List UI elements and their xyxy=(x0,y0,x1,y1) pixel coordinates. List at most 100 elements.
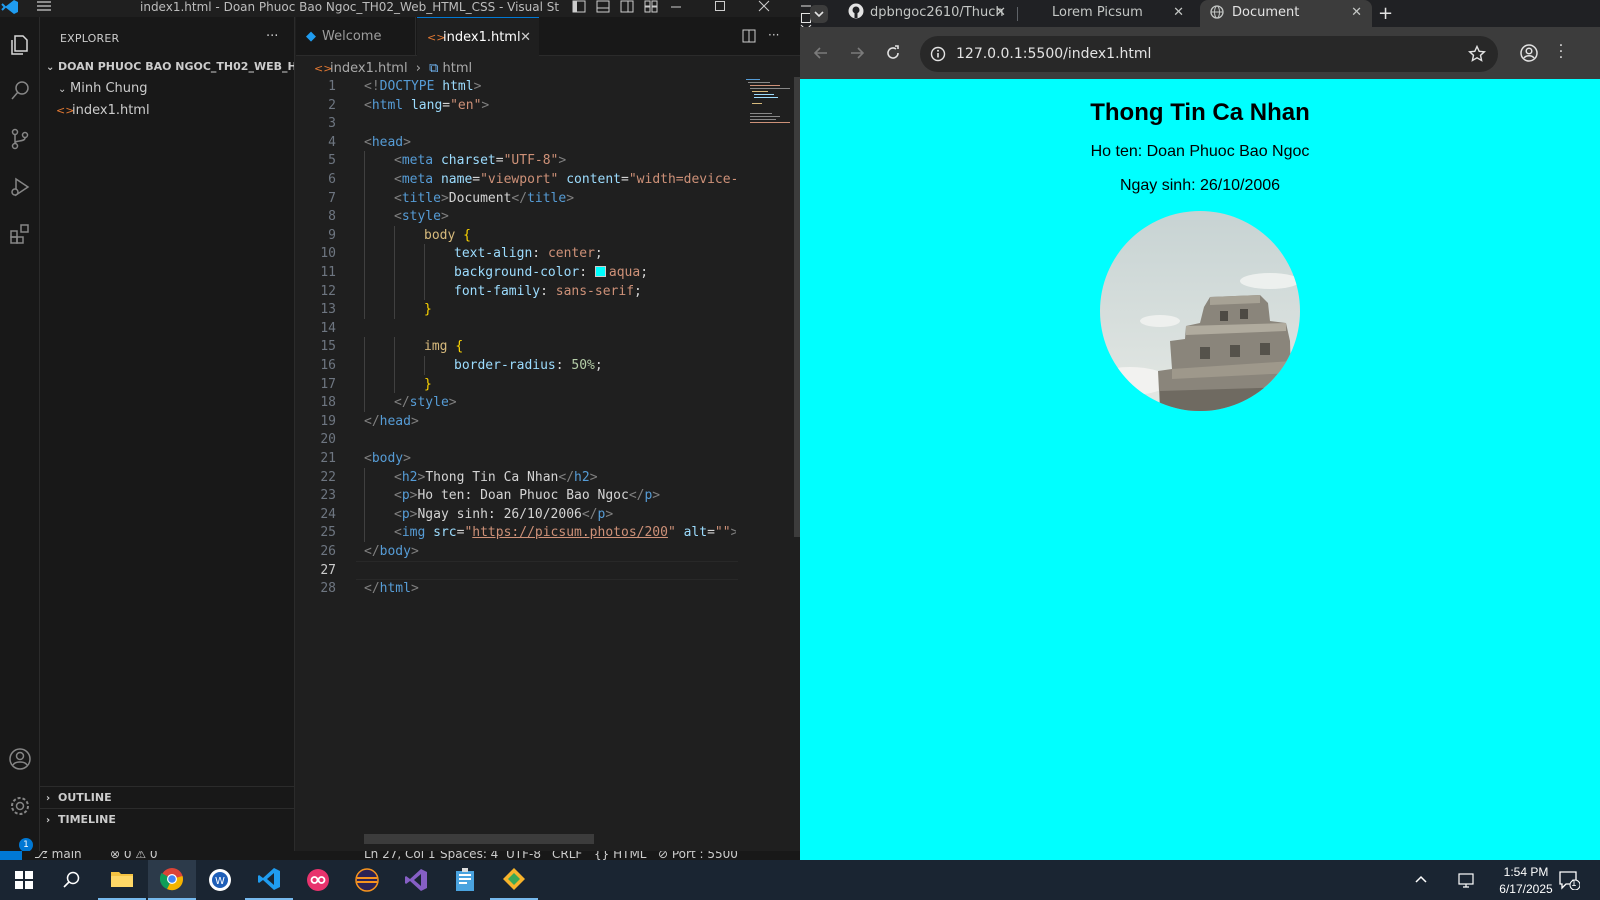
branch-status[interactable]: ⎇ main xyxy=(34,851,82,860)
more-actions-icon[interactable]: ··· xyxy=(768,29,779,43)
back-arrow-icon[interactable] xyxy=(813,45,829,61)
system-clock[interactable]: 1:54 PM 6/17/2025 xyxy=(1486,864,1566,898)
code-line[interactable]: <p>Ho ten: Doan Phuoc Bao Ngoc</p> xyxy=(364,486,736,505)
code-line[interactable]: <img src="https://picsum.photos/200" alt… xyxy=(364,523,736,542)
browser-menu-icon[interactable]: · · · xyxy=(1558,39,1564,65)
taskbar-search-icon[interactable] xyxy=(48,860,96,900)
split-editor-icon[interactable] xyxy=(742,29,756,43)
code-line[interactable]: </body> xyxy=(364,542,736,561)
git-kraken-icon[interactable] xyxy=(490,860,538,900)
run-and-debug-icon[interactable] xyxy=(4,171,36,203)
explorer-more-actions-icon[interactable]: ··· xyxy=(266,29,278,44)
code-line[interactable]: img { xyxy=(364,337,736,356)
close-tab-icon[interactable]: ✕ xyxy=(1173,0,1184,25)
toggle-secondary-sidebar-icon[interactable] xyxy=(620,0,634,13)
new-tab-icon[interactable]: + xyxy=(1378,3,1393,24)
address-bar[interactable]: 127.0.0.1:5500/index1.html xyxy=(920,36,1498,72)
code-line[interactable] xyxy=(364,561,736,580)
code-line[interactable]: text-align: center; xyxy=(364,244,736,263)
eclipse-icon[interactable] xyxy=(343,860,391,900)
profile-icon[interactable] xyxy=(1520,44,1538,62)
encoding-status[interactable]: UTF-8 xyxy=(506,851,541,860)
code-line[interactable]: <style> xyxy=(364,207,736,226)
workspace-root-folder[interactable]: ⌄ DOAN PHUOC BAO NGOC_TH02_WEB_HT... xyxy=(40,56,294,78)
chrome-icon[interactable] xyxy=(148,860,196,900)
tab-welcome[interactable]: ◆ Welcome xyxy=(296,17,416,56)
cursor-position[interactable]: Ln 27, Col 1 xyxy=(364,851,436,860)
extensions-icon[interactable] xyxy=(4,218,36,250)
breadcrumb-file[interactable]: index1.html xyxy=(330,61,408,76)
url-text[interactable]: 127.0.0.1:5500/index1.html xyxy=(956,36,1151,72)
tab-index1-html[interactable]: <>index1.html ✕ xyxy=(417,17,539,56)
customize-layout-icon[interactable] xyxy=(644,0,658,13)
start-windows-icon[interactable] xyxy=(0,860,48,900)
forward-arrow-icon[interactable] xyxy=(849,45,865,61)
indentation-status[interactable]: Spaces: 4 xyxy=(440,851,498,860)
code-editor[interactable]: 1 <!DOCTYPE html> 2 <html lang="en"> 3 4 <head… xyxy=(296,77,738,637)
explorer-icon[interactable] xyxy=(4,29,36,61)
editor-horizontal-scrollbar[interactable] xyxy=(364,834,594,844)
close-icon[interactable] xyxy=(758,0,770,12)
close-tab-icon[interactable]: ✕ xyxy=(995,0,1006,25)
minimap[interactable] xyxy=(746,77,796,137)
code-line[interactable]: </head> xyxy=(364,412,736,431)
browser-tab-github[interactable]: dpbngoc2610/Thuch ✕ xyxy=(846,0,1016,27)
tab-search-chevron-icon[interactable] xyxy=(810,5,828,23)
outline-section[interactable]: › OUTLINE xyxy=(40,786,294,808)
toggle-primary-sidebar-icon[interactable] xyxy=(572,0,586,13)
code-line[interactable]: } xyxy=(364,375,736,394)
code-line[interactable]: <title>Document</title> xyxy=(364,189,736,208)
tree-item-minh-chung[interactable]: ⌄ Minh Chung xyxy=(40,78,294,100)
vscode-taskbar-icon[interactable] xyxy=(245,860,293,900)
show-hidden-icons-chevron-icon[interactable] xyxy=(1414,872,1428,886)
bookmark-star-icon[interactable] xyxy=(1468,45,1486,63)
code-line[interactable]: background-color: aqua; xyxy=(364,263,736,282)
code-line[interactable] xyxy=(364,319,736,338)
timeline-section[interactable]: › TIMELINE xyxy=(40,808,294,830)
settings-gear-icon[interactable] xyxy=(4,790,36,822)
visual-studio-icon[interactable] xyxy=(392,860,440,900)
code-line[interactable]: <h2>Thong Tin Ca Nhan</h2> xyxy=(364,468,736,487)
code-line[interactable] xyxy=(364,114,736,133)
maximize-icon[interactable] xyxy=(714,0,726,12)
code-line[interactable]: <meta charset="UTF-8"> xyxy=(364,151,736,170)
code-line[interactable] xyxy=(364,430,736,449)
tree-item-index1-html[interactable]: <>index1.html xyxy=(40,100,294,122)
code-line[interactable]: </html> xyxy=(364,579,736,598)
code-line[interactable]: <html lang="en"> xyxy=(364,96,736,115)
code-line[interactable]: <meta name="viewport" content="width=dev… xyxy=(364,170,736,189)
hamburger-menu-icon[interactable] xyxy=(36,0,52,12)
close-tab-icon[interactable]: ✕ xyxy=(520,18,531,57)
browser-tab-document[interactable]: Document ✕ xyxy=(1200,0,1372,27)
code-line[interactable]: <!DOCTYPE html> xyxy=(364,77,736,96)
code-line[interactable]: <head> xyxy=(364,133,736,152)
close-tab-icon[interactable]: ✕ xyxy=(1351,0,1362,25)
search-icon[interactable] xyxy=(4,75,36,107)
code-line[interactable]: <p>Ngay sinh: 26/10/2006</p> xyxy=(364,505,736,524)
code-line[interactable]: font-family: sans-serif; xyxy=(364,282,736,301)
code-line[interactable]: </style> xyxy=(364,393,736,412)
breadcrumb-symbol[interactable]: html xyxy=(443,61,473,76)
source-control-icon[interactable] xyxy=(4,123,36,155)
reload-icon[interactable] xyxy=(885,45,901,61)
word-online-icon[interactable]: W xyxy=(196,860,244,900)
code-line[interactable]: border-radius: 50%; xyxy=(364,356,736,375)
notepad-icon[interactable] xyxy=(441,860,489,900)
code-line[interactable]: } xyxy=(364,300,736,319)
remote-indicator-icon[interactable] xyxy=(0,851,22,860)
browser-tab-lorem-picsum[interactable]: Lorem Picsum ✕ xyxy=(1024,0,1194,27)
accounts-icon[interactable] xyxy=(4,743,36,775)
network-icon[interactable] xyxy=(1458,872,1476,888)
problems-status[interactable]: ⊗ 0 ⚠ 0 xyxy=(110,851,158,860)
language-mode[interactable]: {} HTML xyxy=(594,851,647,860)
file-explorer-icon[interactable] xyxy=(98,860,146,900)
code-line[interactable]: body { xyxy=(364,226,736,245)
site-info-icon[interactable] xyxy=(930,46,946,62)
minimize-icon[interactable] xyxy=(670,0,682,12)
toggle-panel-icon[interactable] xyxy=(596,0,610,13)
code-line[interactable]: <body> xyxy=(364,449,736,468)
live-server-port[interactable]: ⊘ Port : 5500 xyxy=(658,851,738,860)
eol-status[interactable]: CRLF xyxy=(552,851,582,860)
vscode-logo-icon[interactable] xyxy=(0,0,20,14)
ooo-app-icon[interactable] xyxy=(294,860,342,900)
